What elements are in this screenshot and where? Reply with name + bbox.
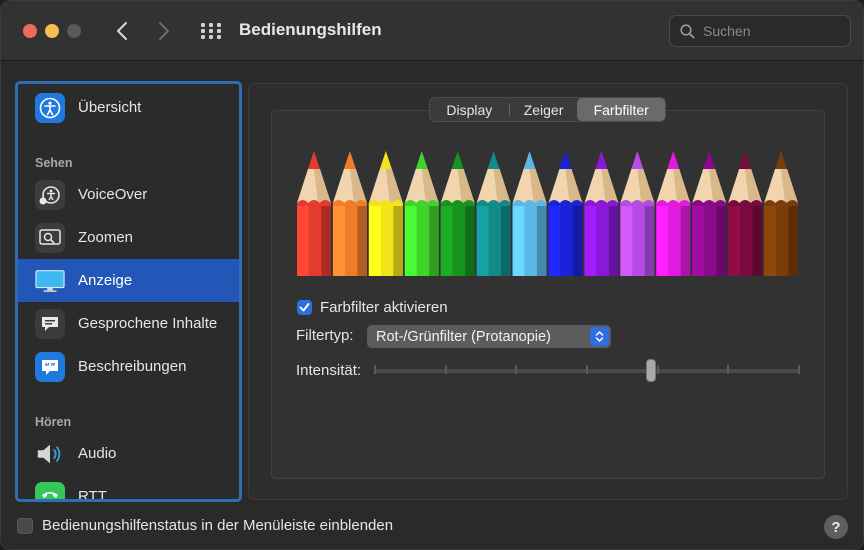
descriptions-icon: “” [35,351,65,382]
sidebar-item-label: Audio [78,445,117,462]
enable-color-filter-row: Farbfilter aktivieren [297,299,448,316]
pencil [440,151,475,276]
pencil [764,151,798,276]
window-title: Bedienungshilfen [239,20,382,39]
filter-type-value: Rot-/Grünfilter (Protanopie) [376,328,551,345]
help-button[interactable]: ? [824,515,848,539]
pencil [297,151,331,276]
pencil [584,151,619,276]
tab-label: Farbfilter [593,101,649,118]
back-button[interactable] [111,18,133,44]
sidebar-item-label: RTT [78,488,107,502]
slider-tick [798,365,800,374]
tab-farbfilter[interactable]: Farbfilter [577,98,666,121]
pencil [332,151,367,276]
pencil [656,151,691,276]
titlebar: Bedienungshilfen Suchen [1,1,863,61]
sidebar-item-label: Anzeige [78,272,133,289]
pencil [692,151,727,276]
pencil [728,151,763,276]
slider-tick [586,365,588,374]
zoom-button[interactable] [67,24,81,38]
sidebar[interactable]: Übersicht Sehen VoiceOver Zoomen Anzeige [15,81,242,502]
sidebar-item-label: Übersicht [78,99,142,116]
tab-label: Zeiger [523,101,564,118]
search-placeholder: Suchen [703,23,751,39]
slider-tick [727,365,730,374]
sidebar-item-label: VoiceOver [78,186,148,203]
grid-icon [201,23,221,39]
sidebar-item-voiceover[interactable]: VoiceOver [18,173,239,216]
pencil [548,151,583,276]
pencil [368,151,403,276]
status-menu-row: Bedienungshilfenstatus in der Menüleiste… [17,517,393,534]
forward-button[interactable] [153,18,175,44]
sidebar-item-gesprochene-inhalte[interactable]: Gesprochene Inhalte [18,302,239,345]
sidebar-item-uebersicht[interactable]: Übersicht [18,86,239,129]
tab-display[interactable]: Display [430,98,509,121]
sidebar-item-zoomen[interactable]: Zoomen [18,216,239,259]
color-pencils-image [297,151,798,276]
pencil [512,151,547,276]
pencil [476,151,511,276]
status-menu-label: Bedienungshilfenstatus in der Menüleiste… [42,517,394,534]
pencil [620,151,655,276]
section-header-sehen: Sehen [35,156,73,170]
content-panel [248,83,848,500]
pencil [404,151,439,276]
rtt-phone-icon [35,481,65,499]
show-all-button[interactable] [199,20,223,42]
sidebar-item-label: Beschreibungen [78,358,187,375]
search-field[interactable]: Suchen [669,15,851,47]
preferences-window: Bedienungshilfen Suchen Übersicht Sehen … [0,0,864,550]
search-icon [680,23,695,39]
slider-tick [656,365,659,374]
close-button[interactable] [23,24,37,38]
sidebar-item-audio[interactable]: Audio [18,432,239,475]
tab-bar: Display Zeiger Farbfilter [429,97,666,122]
filter-type-label: Filtertyp: [296,327,354,344]
slider-tick [515,365,518,374]
accessibility-icon [35,92,65,123]
status-menu-checkbox[interactable] [17,517,33,534]
speaker-icon [35,439,65,469]
speech-bubble-icon [35,308,65,339]
intensity-slider[interactable] [374,359,800,382]
filter-type-select[interactable]: Rot-/Grünfilter (Protanopie) [367,325,611,348]
display-icon [35,266,65,296]
enable-color-filter-checkbox[interactable] [297,300,312,315]
slider-tick [374,365,376,374]
slider-tick [444,365,447,374]
svg-text:“”: “” [44,362,56,372]
sidebar-item-rtt[interactable]: RTT [18,475,239,502]
minimize-button[interactable] [45,24,59,38]
sidebar-item-label: Zoomen [78,229,134,246]
chevron-left-icon [117,22,127,40]
slider-knob[interactable] [645,359,656,382]
voiceover-icon [35,179,65,210]
chevron-right-icon [159,22,169,40]
updown-chevron-icon [590,327,609,346]
sidebar-item-beschreibungen[interactable]: “” Beschreibungen [18,345,239,388]
tab-label: Display [446,101,493,118]
zoom-icon [35,222,65,253]
section-header-hoeren: Hören [35,415,72,429]
tab-zeiger[interactable]: Zeiger [510,98,578,121]
intensity-label: Intensität: [296,362,362,379]
checkmark-icon [299,303,310,312]
sidebar-item-label: Gesprochene Inhalte [78,315,218,332]
sidebar-item-anzeige[interactable]: Anzeige [18,259,239,302]
enable-color-filter-label: Farbfilter aktivieren [320,299,448,316]
